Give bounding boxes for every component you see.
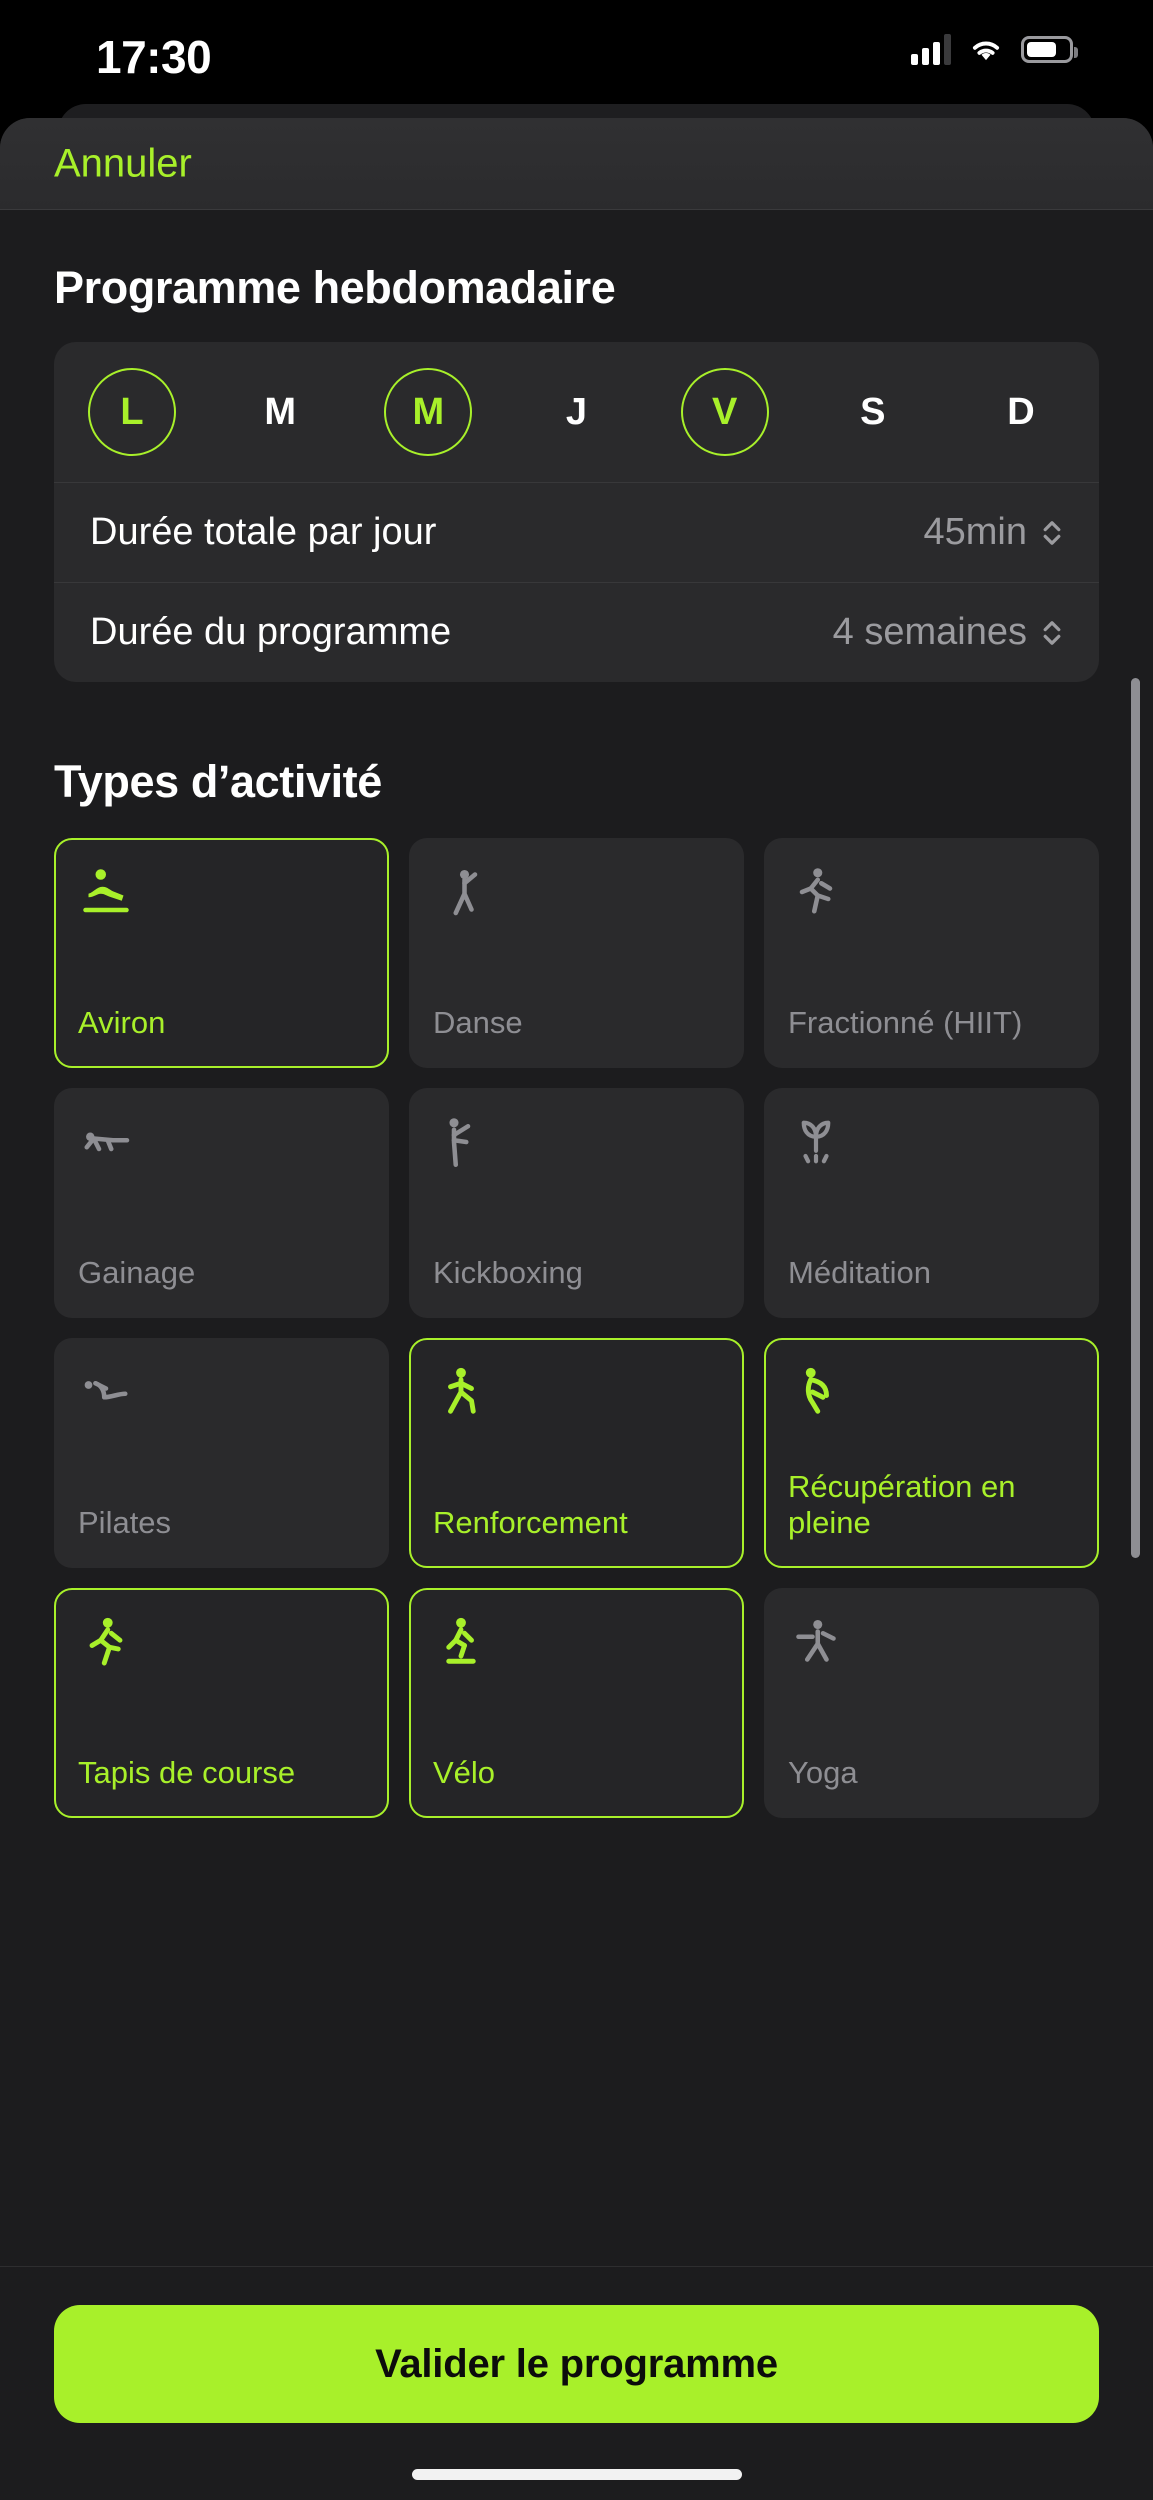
home-indicator[interactable] [411, 2469, 742, 2480]
setting-row-programme-duration[interactable]: Durée du programme 4 semaines [54, 582, 1099, 682]
cancel-button[interactable]: Annuler [54, 141, 192, 186]
day-toggle-mercredi[interactable]: M [384, 368, 473, 456]
activity-label: Yoga [788, 1755, 858, 1791]
stepper-chevron-icon[interactable] [1041, 616, 1063, 650]
wifi-icon [972, 41, 1000, 61]
activity-label: Danse [433, 1005, 523, 1041]
running-interval-icon [799, 868, 833, 914]
activity-tile-kickboxing[interactable]: Kickboxing [409, 1088, 744, 1318]
day-toggle-mardi[interactable]: M [236, 368, 324, 456]
activity-label: Aviron [78, 1005, 166, 1041]
weekly-section-title: Programme hebdomadaire [54, 262, 616, 313]
setting-value: 4 semaines [832, 611, 1027, 653]
activity-label: Pilates [78, 1505, 172, 1541]
activity-label: Gainage [78, 1255, 196, 1291]
plank-core-icon [84, 1132, 130, 1152]
scrollbar[interactable] [1131, 678, 1140, 1558]
day-toggle-lundi[interactable]: L [88, 368, 176, 456]
battery-icon [1021, 35, 1078, 63]
treadmill-run-icon [89, 1617, 123, 1666]
sheet-header: Annuler [0, 118, 1153, 210]
day-label: L [120, 390, 144, 433]
activity-tile-gainage[interactable]: Gainage [54, 1088, 389, 1318]
sheet-footer: Valider le programme [0, 2266, 1153, 2500]
yoga-icon [796, 1619, 836, 1662]
activity-tile-tapis-de-course[interactable]: Tapis de course [54, 1588, 389, 1818]
day-label: J [565, 390, 588, 433]
sheet-body: Programme hebdomadaire L M M J V S D Dur… [0, 262, 1153, 1818]
cellular-bars-icon [911, 33, 951, 65]
activity-tile-yoga[interactable]: Yoga [764, 1588, 1099, 1818]
activity-tile-aviron[interactable]: Aviron [54, 838, 389, 1068]
day-label: V [711, 390, 738, 433]
setting-value-wrap[interactable]: 45min [924, 511, 1064, 554]
setting-value-wrap[interactable]: 4 semaines [833, 611, 1063, 654]
activity-label: Renforcement [433, 1505, 628, 1541]
activity-tile-danse[interactable]: Danse [409, 838, 744, 1068]
status-bar-clock: 17:30 [96, 31, 212, 83]
activity-label: Vélo [433, 1755, 496, 1791]
activity-tile-recuperation[interactable]: Récupération en pleine [764, 1338, 1099, 1568]
activity-tile-fractionne-hiit[interactable]: Fractionné (HIIT) [764, 838, 1099, 1068]
day-label: S [860, 390, 886, 433]
activity-tile-pilates[interactable]: Pilates [54, 1338, 389, 1568]
cycling-icon [446, 1617, 476, 1664]
status-bar: 17:30 [0, 0, 1153, 105]
day-selector: L M M J V S D [54, 342, 1099, 482]
activity-grid: Aviron Danse Fractionné (HIIT) Gainage K… [54, 838, 1099, 1818]
day-toggle-vendredi[interactable]: V [680, 368, 769, 456]
setting-label: Durée totale par jour [90, 511, 437, 553]
programme-sheet: Annuler Programme hebdomadaire L M M J V… [0, 118, 1153, 2500]
rowing-icon [83, 869, 129, 913]
activity-label: Récupération en pleine [788, 1468, 1016, 1541]
activity-label: Kickboxing [433, 1255, 583, 1291]
status-bar-indicators [911, 33, 1078, 65]
activity-tile-renforcement[interactable]: Renforcement [409, 1338, 744, 1568]
weekly-settings-card: L M M J V S D Durée totale par jour 45mi… [54, 342, 1099, 682]
activity-label: Méditation [788, 1255, 932, 1291]
activity-tile-meditation[interactable]: Méditation [764, 1088, 1099, 1318]
dance-icon [453, 869, 478, 916]
day-toggle-jeudi[interactable]: J [532, 368, 620, 456]
day-label: M [264, 390, 296, 433]
setting-row-daily-duration[interactable]: Durée totale par jour 45min [54, 482, 1099, 582]
day-toggle-samedi[interactable]: S [829, 368, 917, 456]
setting-label: Durée du programme [90, 611, 452, 653]
activity-section-title: Types d’activité [54, 756, 382, 807]
activity-tile-velo[interactable]: Vélo [409, 1588, 744, 1818]
pilates-icon [84, 1380, 128, 1400]
activity-label: Fractionné (HIIT) [788, 1005, 1023, 1041]
day-label: D [1007, 390, 1035, 433]
submit-programme-button[interactable]: Valider le programme [54, 2305, 1099, 2423]
kickboxing-icon [449, 1118, 471, 1168]
day-label: M [412, 390, 445, 433]
setting-value: 45min [923, 511, 1028, 553]
activity-label: Tapis de course [78, 1755, 296, 1791]
sprout-meditation-icon [801, 1120, 831, 1164]
strength-lunge-icon [448, 1367, 476, 1414]
stepper-chevron-icon[interactable] [1041, 516, 1063, 550]
day-toggle-dimanche[interactable]: D [977, 368, 1065, 456]
stretching-recovery-icon [805, 1367, 829, 1414]
